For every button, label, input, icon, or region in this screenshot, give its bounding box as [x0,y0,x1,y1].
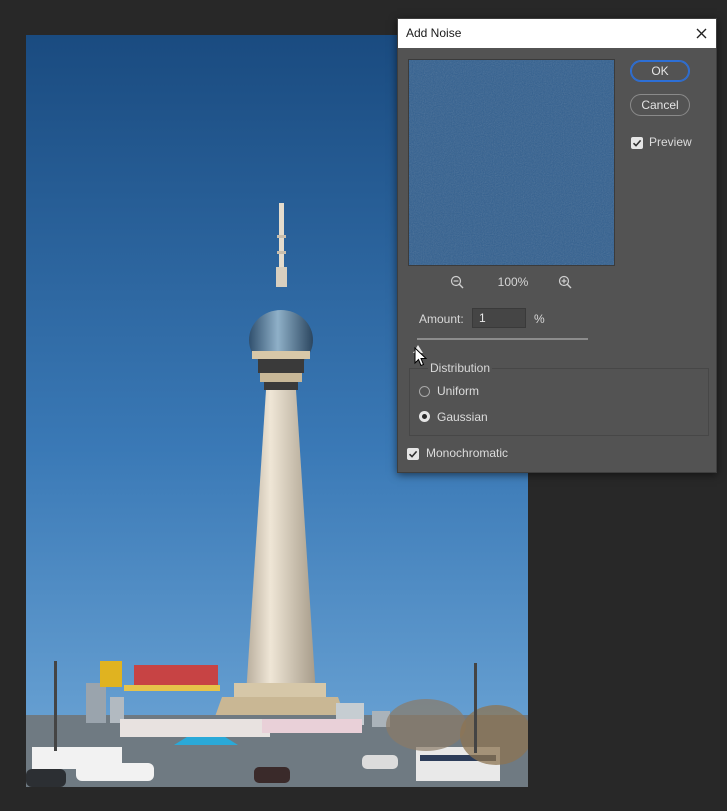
check-icon [632,139,642,147]
distribution-legend: Distribution [428,361,493,375]
ok-button[interactable]: OK [630,60,690,82]
uniform-label: Uniform [437,384,480,398]
amount-slider-track[interactable] [417,338,588,340]
radio-selected-dot [422,414,427,419]
add-noise-dialog: Add Noise 100% OK Cancel Preview Amount:… [397,18,717,473]
zoom-level: 100% [497,275,529,289]
zoom-out-button[interactable] [448,273,466,291]
gaussian-radio[interactable] [419,411,430,422]
check-icon [408,450,418,458]
cancel-button[interactable]: Cancel [630,94,690,116]
amount-unit: % [534,312,545,326]
zoom-out-icon [450,275,464,289]
zoom-in-button[interactable] [556,273,574,291]
noise-preview[interactable] [408,59,615,266]
monochromatic-checkbox[interactable] [407,448,419,460]
dialog-title: Add Noise [406,26,462,40]
monochromatic-label: Monochromatic [426,446,509,460]
close-icon [696,28,706,38]
preview-checkbox[interactable] [631,137,643,149]
preview-label: Preview [649,135,692,149]
close-button[interactable] [692,24,710,42]
distribution-group [409,368,709,436]
amount-input[interactable] [472,308,526,328]
amount-label: Amount: [419,312,464,326]
amount-slider-thumb[interactable] [413,340,423,353]
zoom-in-icon [558,275,572,289]
gaussian-label: Gaussian [437,410,488,424]
dialog-titlebar[interactable]: Add Noise [398,19,716,48]
uniform-radio[interactable] [419,386,430,397]
